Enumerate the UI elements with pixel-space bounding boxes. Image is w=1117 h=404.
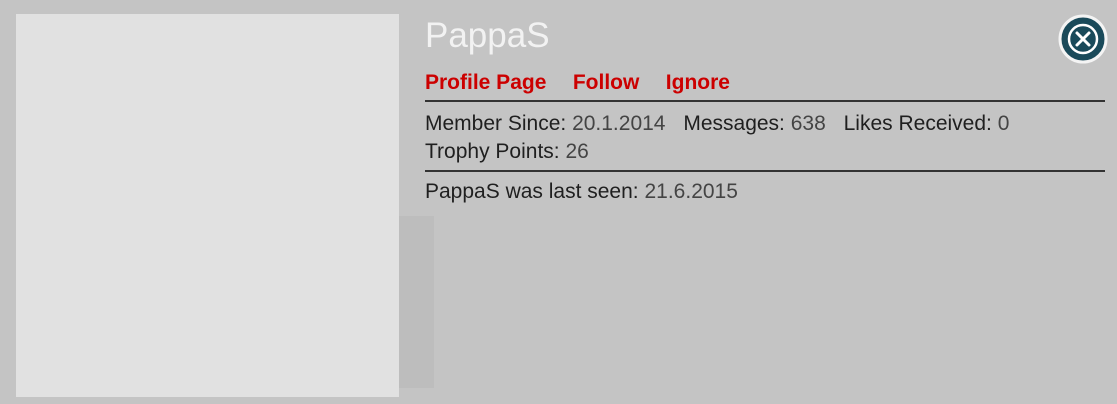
stats-row-1: Member Since: 20.1.2014 Messages: 638 Li… — [425, 110, 1105, 138]
member-since-value: 20.1.2014 — [572, 112, 666, 135]
likes-received-value: 0 — [997, 112, 1010, 135]
messages-value: 638 — [790, 112, 826, 135]
last-seen-label: PappaS was last seen: — [425, 180, 639, 203]
profile-page-link[interactable]: Profile Page — [425, 71, 546, 94]
trophy-points-value[interactable]: 26 — [565, 140, 588, 163]
trophy-points-label: Trophy Points: — [425, 140, 560, 163]
profile-links: Profile Page Follow Ignore — [425, 69, 1105, 97]
member-card-overlay: PappaS Profile Page Follow Ignore Member… — [0, 0, 1117, 404]
stats-row-2: Trophy Points: 26 — [425, 138, 1105, 166]
last-seen-value: 21.6.2015 — [644, 180, 738, 203]
likes-received-label: Likes Received: — [843, 112, 992, 135]
close-button[interactable] — [1058, 14, 1108, 64]
username[interactable]: PappaS — [425, 14, 1105, 58]
ignore-link[interactable]: Ignore — [666, 71, 730, 94]
last-seen: PappaS was last seen: 21.6.2015 — [425, 172, 1105, 206]
member-stats: Member Since: 20.1.2014 Messages: 638 Li… — [425, 102, 1105, 170]
member-since-label: Member Since: — [425, 112, 567, 135]
follow-link[interactable]: Follow — [573, 71, 640, 94]
avatar[interactable] — [16, 14, 399, 397]
member-info: PappaS Profile Page Follow Ignore Member… — [425, 14, 1105, 206]
messages-label: Messages: — [683, 112, 785, 135]
close-icon — [1058, 14, 1108, 64]
